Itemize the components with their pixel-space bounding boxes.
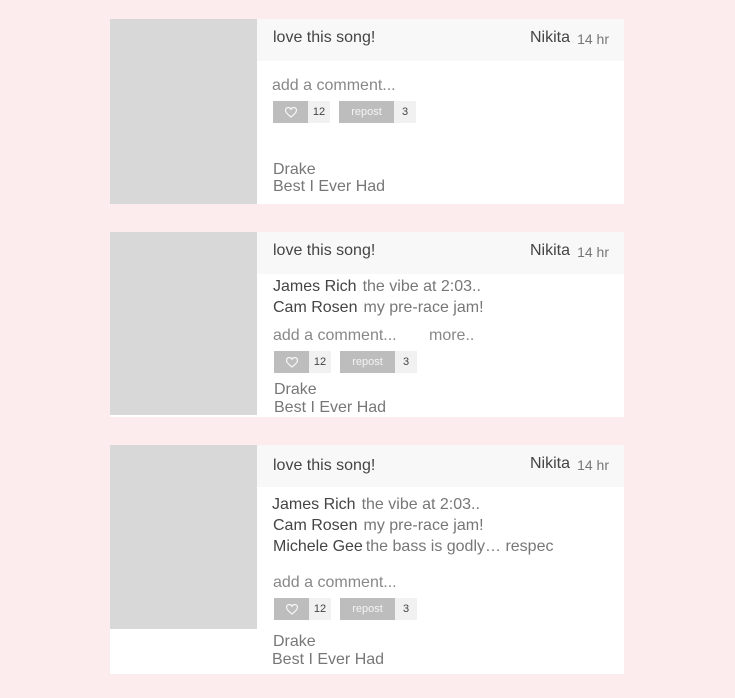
comment: James Rich the vibe at 2:03.. — [272, 496, 480, 514]
post-timestamp: 14 hr — [577, 244, 609, 260]
like-count: 12 — [309, 351, 331, 373]
comment-text: the bass is godly… respec — [365, 538, 554, 555]
heart-outline-icon — [285, 356, 298, 368]
repost-button[interactable]: repost — [340, 351, 395, 373]
comment-text: my pre-race jam! — [363, 517, 484, 534]
track-title: Best I Ever Had — [274, 399, 387, 416]
post-actions: 12 repost 3 — [273, 101, 416, 123]
repost-count: 3 — [394, 101, 416, 123]
album-art[interactable] — [110, 445, 257, 629]
post-header: love this song! Nikita 14 hr — [257, 232, 624, 274]
post-username[interactable]: Nikita — [530, 242, 570, 260]
comment-text: the vibe at 2:03.. — [362, 278, 481, 295]
comment-text: the vibe at 2:03.. — [361, 496, 480, 513]
comment: Cam Rosen my pre-race jam! — [273, 299, 484, 317]
post-username[interactable]: Nikita — [530, 455, 570, 473]
comment-text: my pre-race jam! — [363, 299, 484, 316]
comment-author[interactable]: James Rich — [272, 496, 356, 513]
comment-author[interactable]: James Rich — [273, 278, 357, 295]
post-header: love this song! Nikita 14 hr — [257, 19, 624, 61]
track-artist: Drake — [273, 161, 316, 178]
post-username[interactable]: Nikita — [530, 29, 570, 47]
post-card: love this song! Nikita 14 hr add a comme… — [110, 19, 624, 204]
post-actions: 12 repost 3 — [274, 351, 417, 373]
like-button[interactable] — [274, 598, 309, 620]
like-button[interactable] — [274, 351, 309, 373]
repost-button[interactable]: repost — [339, 101, 394, 123]
post-timestamp: 14 hr — [577, 31, 609, 47]
comment: Michele Gee the bass is godly… respec — [273, 538, 553, 556]
like-count: 12 — [309, 598, 331, 620]
add-comment-field[interactable]: add a comment... — [272, 77, 396, 95]
post-actions: 12 repost 3 — [274, 598, 417, 620]
post-caption: love this song! — [273, 29, 376, 46]
post-card: love this song! Nikita 14 hr James Rich t… — [110, 445, 624, 674]
track-artist: Drake — [273, 633, 316, 650]
post-card: love this song! Nikita 14 hr James Rich t… — [110, 232, 624, 417]
album-art[interactable] — [110, 19, 257, 204]
comment-author[interactable]: Michele Gee — [273, 538, 363, 555]
post-timestamp: 14 hr — [577, 457, 609, 473]
repost-button[interactable]: repost — [340, 598, 395, 620]
comment: James Rich the vibe at 2:03.. — [273, 278, 481, 296]
add-comment-field[interactable]: add a comment... — [273, 327, 397, 345]
add-comment-field[interactable]: add a comment... — [273, 574, 397, 592]
heart-outline-icon — [284, 106, 297, 118]
track-artist: Drake — [274, 381, 317, 398]
track-title: Best I Ever Had — [272, 651, 385, 668]
post-header: love this song! Nikita 14 hr — [257, 445, 624, 487]
like-button[interactable] — [273, 101, 308, 123]
heart-outline-icon — [285, 603, 298, 615]
comment-author[interactable]: Cam Rosen — [273, 299, 357, 316]
post-caption: love this song! — [273, 457, 376, 474]
comment: Cam Rosen my pre-race jam! — [273, 517, 484, 535]
comment-author[interactable]: Cam Rosen — [273, 517, 357, 534]
more-comments-link[interactable]: more.. — [429, 327, 474, 345]
track-title: Best I Ever Had — [273, 178, 386, 195]
repost-count: 3 — [395, 351, 417, 373]
like-count: 12 — [308, 101, 330, 123]
album-art[interactable] — [110, 232, 257, 415]
repost-count: 3 — [395, 598, 417, 620]
post-caption: love this song! — [273, 242, 376, 259]
